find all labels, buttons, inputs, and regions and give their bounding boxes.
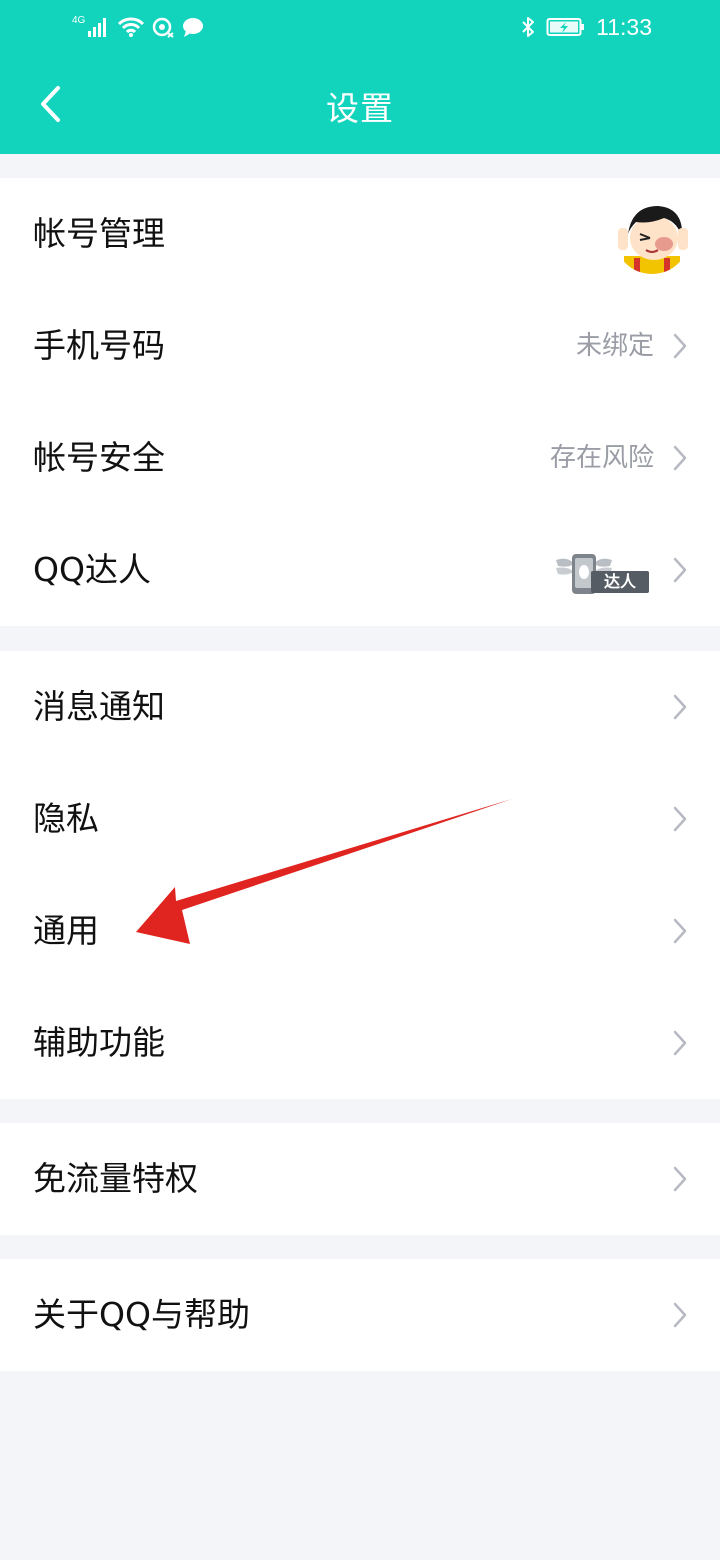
settings-item-value: 存在风险 (549, 443, 654, 473)
signal-icon (88, 18, 107, 37)
settings-item-label: 隐私 (33, 799, 99, 838)
navigation-bar: 设置 (0, 54, 720, 154)
settings-item-general[interactable]: 通用 (0, 875, 720, 987)
chevron-right-icon (673, 333, 687, 359)
settings-item-qq-talent[interactable]: QQ达人 达人 (0, 514, 720, 626)
chevron-right-icon (673, 1030, 687, 1056)
chevron-right-icon (673, 1302, 687, 1328)
settings-item-label: 辅助功能 (33, 1023, 165, 1062)
battery-charging-icon (546, 18, 585, 36)
status-icons-left: 4G (72, 14, 205, 40)
page-title: 设置 (326, 89, 394, 128)
settings-item-privacy[interactable]: 隐私 (0, 763, 720, 875)
settings-item-label: 消息通知 (33, 687, 165, 726)
chevron-right-icon (673, 557, 687, 583)
settings-group-account: 帐号管理 手机号码 未绑定 帐号安全 存在风险 QQ达人 达人 (0, 178, 720, 626)
status-time: 11:33 (596, 13, 652, 40)
status-icons-right: 11:33 (520, 14, 652, 40)
settings-item-phone-number[interactable]: 手机号码 未绑定 (0, 290, 720, 402)
chevron-right-icon (673, 918, 687, 944)
avatar-image (614, 198, 690, 274)
settings-item-label: 帐号管理 (33, 214, 165, 253)
chevron-right-icon (673, 445, 687, 471)
settings-item-account-security[interactable]: 帐号安全 存在风险 (0, 402, 720, 514)
talent-badge: 达人 (554, 552, 650, 594)
settings-group-data-free: 免流量特权 (0, 1123, 720, 1235)
settings-item-account-management[interactable]: 帐号管理 (0, 178, 720, 290)
settings-group-about: 关于QQ与帮助 (0, 1259, 720, 1371)
settings-item-notifications[interactable]: 消息通知 (0, 651, 720, 763)
message-bubble-icon (183, 18, 204, 37)
settings-item-value: 未绑定 (575, 331, 654, 361)
chevron-right-icon (673, 806, 687, 832)
avatar (614, 198, 690, 274)
chevron-right-icon (673, 694, 687, 720)
settings-item-label: QQ达人 (33, 550, 151, 589)
settings-item-label: 通用 (33, 911, 99, 950)
hotspot-icon (153, 17, 174, 38)
settings-item-label: 关于QQ与帮助 (33, 1295, 250, 1334)
settings-item-accessibility[interactable]: 辅助功能 (0, 987, 720, 1099)
bluetooth-icon (522, 17, 535, 37)
settings-item-data-free-privilege[interactable]: 免流量特权 (0, 1123, 720, 1235)
settings-item-label: 手机号码 (33, 326, 165, 365)
settings-item-about-help[interactable]: 关于QQ与帮助 (0, 1259, 720, 1371)
settings-item-label: 免流量特权 (33, 1159, 198, 1198)
chevron-right-icon (673, 1166, 687, 1192)
network-type-label: 4G (72, 14, 86, 26)
settings-group-general: 消息通知 隐私 通用 辅助功能 (0, 651, 720, 1099)
status-bar: 4G 11:33 (0, 0, 720, 54)
talent-badge-label: 达人 (591, 571, 649, 593)
wifi-icon (118, 17, 145, 37)
settings-item-label: 帐号安全 (33, 438, 165, 477)
